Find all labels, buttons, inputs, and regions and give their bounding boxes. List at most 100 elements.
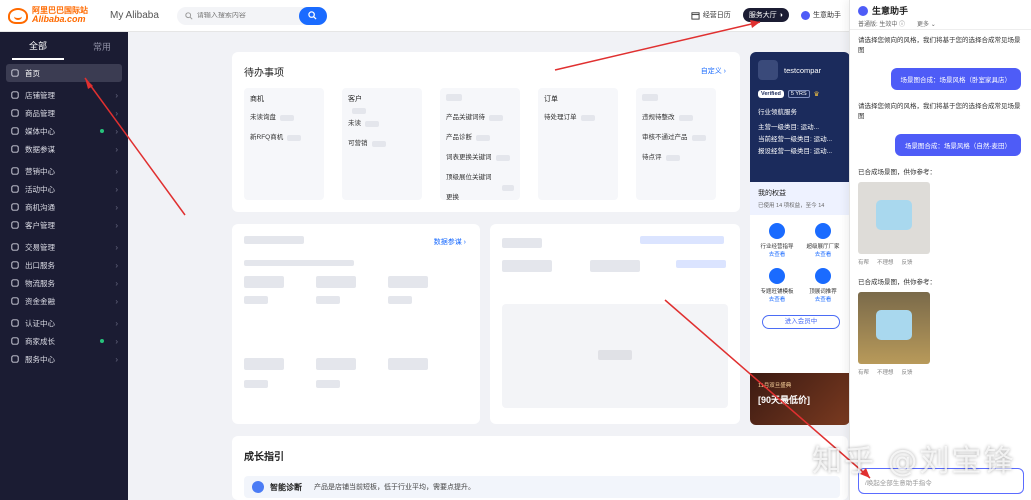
sidebar-item-trade[interactable]: 交易管理 ›: [0, 238, 128, 256]
logistics-icon: [10, 279, 19, 288]
todo-item[interactable]: 待处理订单: [544, 108, 612, 128]
chevron-right-icon: ›: [115, 354, 118, 364]
sidebar-item-growth[interactable]: 商家成长 ›: [0, 332, 128, 350]
todo-item[interactable]: 产品关键词待: [446, 108, 514, 128]
chevron-right-icon: ›: [115, 220, 118, 230]
perk-view-link[interactable]: 去查看: [800, 250, 846, 258]
sidebar-item-activity[interactable]: 活动中心 ›: [0, 180, 128, 198]
search-button[interactable]: [298, 6, 327, 25]
chat-message: 已合成场景图，供你参考： 有帮 不理想 反馈: [850, 168, 1031, 266]
perk-item[interactable]: 顶展词推荐 去查看: [800, 268, 846, 303]
blurred-count: [287, 135, 302, 141]
sidebar-item-customer[interactable]: 客户管理 ›: [0, 216, 128, 234]
chevron-right-icon: ›: [115, 126, 118, 136]
user-message-bubble: 场景图合成：场景风格（卧室家具店）: [890, 68, 1021, 90]
perk-item[interactable]: 专题旺铺模板 去查看: [754, 268, 800, 303]
search-bar: [176, 6, 327, 25]
todo-item[interactable]: 审核不通过产品: [642, 128, 710, 148]
sidebar-item-export[interactable]: 出口服务 ›: [0, 256, 128, 274]
sidebar-item-marketing[interactable]: 营销中心 ›: [0, 162, 128, 180]
sidebar-item-chat[interactable]: 商机沟通 ›: [0, 198, 128, 216]
todo-item[interactable]: 新RFQ商机: [250, 128, 318, 148]
sidebar-item-label: 媒体中心: [25, 126, 55, 136]
my-alibaba-title[interactable]: My Alibaba: [110, 10, 159, 21]
assistant-more-menu[interactable]: 更多 ⌄: [917, 19, 936, 28]
data-card-title-blurred: [244, 236, 304, 244]
search-input[interactable]: [196, 12, 297, 19]
assistant-link[interactable]: 生意助手: [801, 10, 841, 20]
tab-frequent[interactable]: 常用: [76, 34, 128, 59]
todo-item[interactable]: 未读询盘: [250, 108, 318, 128]
scene-image[interactable]: [858, 292, 930, 364]
sidebar-item-product[interactable]: 商品管理 ›: [0, 104, 128, 122]
sidebar-item-logistics[interactable]: 物流服务 ›: [0, 274, 128, 292]
sidebar: 全部 常用 首页 店铺管理 › 商品管理 › 媒体中心 › 数据参谋 › 营销中心 › 活动中心 › 商机…: [0, 32, 128, 500]
helpful-button[interactable]: 有帮: [858, 258, 869, 266]
todo-column: 客户 未读 可营销: [342, 88, 422, 200]
new-dot: [100, 339, 104, 343]
sidebar-item-home[interactable]: 首页: [6, 64, 122, 82]
todo-item[interactable]: 产品诊断: [446, 128, 514, 148]
template-icon: [769, 268, 785, 284]
service-hall-button[interactable]: 服务大厅 ◑: [742, 8, 789, 22]
not-ideal-button[interactable]: 不理想: [877, 368, 894, 376]
todo-item[interactable]: 未读: [348, 114, 416, 134]
todo-item[interactable]: 词表更换关键词: [446, 148, 514, 168]
sidebar-item-label: 营销中心: [25, 166, 55, 176]
chevron-right-icon: ›: [115, 278, 118, 288]
data-advisor-link[interactable]: 数据参谋 ›: [434, 237, 466, 247]
chevron-right-icon: ›: [115, 318, 118, 328]
sidebar-item-cert[interactable]: 认证中心 ›: [0, 314, 128, 332]
perk-view-link[interactable]: 去查看: [754, 250, 800, 258]
perk-view-link[interactable]: 去查看: [754, 295, 800, 303]
customize-link[interactable]: 自定义 ›: [701, 66, 726, 76]
alibaba-logo[interactable]: 阿里巴巴国际站 Alibaba.com: [0, 0, 96, 32]
todo-item[interactable]: 待点评: [642, 148, 710, 168]
chevron-right-icon: ›: [115, 336, 118, 346]
perk-label: 超级展厅厂家: [806, 244, 840, 250]
company-name[interactable]: testcompar: [784, 66, 821, 75]
alibaba-logo-icon: [8, 7, 28, 24]
assistant-message-text: 已合成场景图，供你参考：: [858, 279, 936, 286]
sidebar-item-data[interactable]: 数据参谋 ›: [0, 140, 128, 158]
sidebar-item-media[interactable]: 媒体中心 ›: [0, 122, 128, 140]
blurred-count: [580, 115, 595, 121]
keyword-icon: [815, 268, 831, 284]
helpful-button[interactable]: 有帮: [858, 368, 869, 376]
sidebar-item-label: 交易管理: [25, 242, 55, 252]
home-icon: [10, 69, 19, 78]
promo-banner[interactable]: 11月双旦盛典 [90天最低价]: [750, 373, 850, 425]
trade-icon: [10, 243, 19, 252]
perk-item[interactable]: 超级展厅厂家 去查看: [800, 223, 846, 258]
feedback-button[interactable]: 反馈: [902, 258, 913, 266]
sidebar-item-store[interactable]: 店铺管理 ›: [0, 86, 128, 104]
activity-icon: [10, 185, 19, 194]
enter-member-center-button[interactable]: 进入会员中: [762, 315, 840, 329]
data-card: 数据参谋 ›: [232, 224, 480, 424]
blurred-count: [280, 115, 294, 121]
watermark-text: 知乎 @刘宝锋: [812, 444, 1016, 479]
marketing-icon: [10, 167, 19, 176]
diagnosis-row[interactable]: 智能诊断 产品是店铺当前短板，低于行业平均，需要点提升。: [244, 476, 840, 498]
blurred-text: [598, 350, 632, 360]
todo-item-label: 新RFQ商机: [250, 134, 284, 141]
chat-message: 请选择您倾向的风格，我们将基于您的选择合成常见场景图: [850, 36, 1031, 56]
todo-item[interactable]: 违规待整改: [642, 108, 710, 128]
feedback-button[interactable]: 反馈: [902, 368, 913, 376]
todo-item[interactable]: 可营销: [348, 134, 416, 154]
calendar-link[interactable]: 经营日历: [691, 10, 731, 20]
todo-item[interactable]: 顶级展位关键词更换: [446, 168, 514, 208]
rights-used: 已使用 14 项权益，至今 14: [758, 203, 825, 209]
blurred-count: [665, 155, 680, 161]
sidebar-item-service[interactable]: 服务中心 ›: [0, 350, 128, 368]
scene-image[interactable]: [858, 182, 930, 254]
assistant-logo-icon: [858, 5, 868, 16]
todo-item-label: 词表更换关键词: [446, 154, 492, 161]
sidebar-item-label: 活动中心: [25, 184, 55, 194]
assistant-label: 生意助手: [813, 12, 841, 19]
perk-view-link[interactable]: 去查看: [800, 295, 846, 303]
perk-item[interactable]: 行业经营指导 去查看: [754, 223, 800, 258]
not-ideal-button[interactable]: 不理想: [877, 258, 894, 266]
tab-all[interactable]: 全部: [12, 33, 64, 60]
sidebar-item-finance[interactable]: 资金金融 ›: [0, 292, 128, 310]
